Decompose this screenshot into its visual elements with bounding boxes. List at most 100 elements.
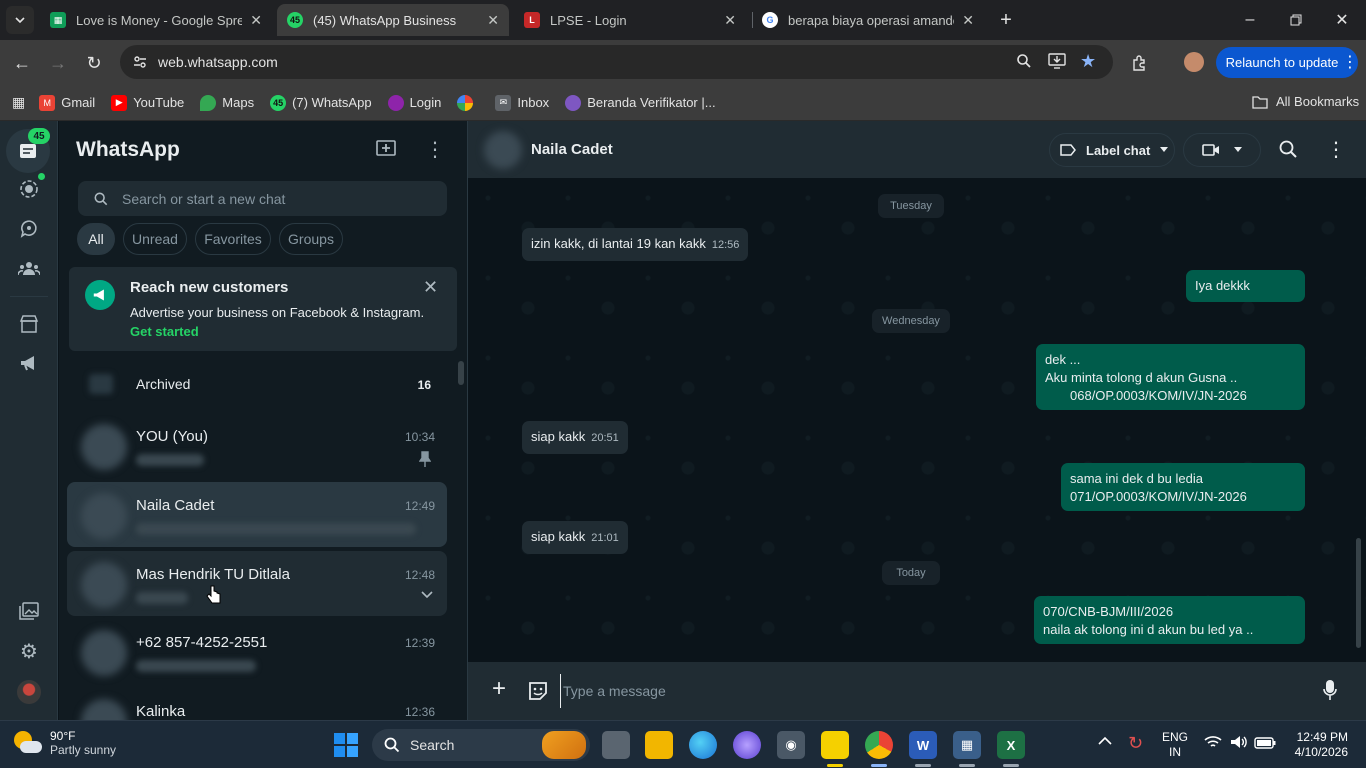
volume-icon[interactable] [1230,735,1248,754]
install-app-icon[interactable] [1048,53,1066,72]
wifi-icon[interactable] [1204,735,1222,752]
attach-plus-icon[interactable]: + [492,675,506,703]
close-tab-icon[interactable]: ✕ [250,12,262,29]
calculator-icon[interactable]: ▦ [953,731,981,759]
bookmark-gmail[interactable]: M Gmail [39,94,95,111]
file-explorer-icon[interactable] [645,731,673,759]
taskbar-search-box[interactable]: Search [372,729,590,761]
filter-all[interactable]: All [77,223,115,255]
settings-gear-icon[interactable]: ⚙ [17,639,41,663]
filter-favorites[interactable]: Favorites [195,223,271,255]
battery-icon[interactable] [1254,736,1276,754]
message-in[interactable]: siap kakk 21:01 [522,521,628,554]
site-info-icon[interactable] [132,54,148,70]
communities-icon[interactable] [17,256,41,280]
bookmark-whatsapp[interactable]: 45 (7) WhatsApp [270,94,372,111]
filter-groups[interactable]: Groups [279,223,343,255]
close-tab-icon[interactable]: ✕ [962,12,974,29]
chat-row[interactable]: Naila Cadet 12:49 [67,482,447,547]
chat-row[interactable]: Kalinka 12:36 [67,688,447,720]
forward-button[interactable]: → [44,49,72,77]
bookmark-login[interactable]: Login [387,94,441,111]
chrome-icon[interactable] [865,731,893,759]
video-call-button[interactable] [1183,133,1261,167]
minimize-button[interactable]: – [1236,6,1264,34]
profile-avatar[interactable] [17,680,41,704]
message-in[interactable]: izin kakk, di lantai 19 kan kakk 12:56 [522,228,749,261]
verifikator-icon [565,94,582,111]
media-icon[interactable] [17,599,41,623]
message-out[interactable]: sama ini dek d bu ledia 071/OP.0003/KOM/… [1061,463,1305,511]
chat-row[interactable]: Mas Hendrik TU Ditlala 12:48 [67,551,447,616]
chevron-down-icon[interactable] [421,591,433,599]
microphone-icon[interactable] [1323,679,1337,701]
label-chat-button[interactable]: Label chat [1049,133,1175,167]
tab-google-search[interactable]: G berapa biaya operasi amandel - ✕ [752,4,984,36]
language-indicator[interactable]: ENG IN [1162,730,1188,760]
profile-avatar[interactable] [1184,52,1204,72]
bookmark-youtube[interactable]: ▶ YouTube [111,94,184,111]
bookmark-beranda[interactable]: Beranda Verifikator |... [565,94,716,111]
chat-row[interactable]: YOU (You) 10:34 [67,413,447,478]
megaphone-icon[interactable] [17,351,41,375]
menu-more-icon[interactable]: ⋮ [1326,137,1346,162]
get-started-link[interactable]: Get started [130,324,199,339]
more-vert-icon[interactable]: ⋮ [1342,52,1358,72]
edge-icon[interactable] [689,731,717,759]
search-input[interactable]: Search or start a new chat [78,181,447,216]
catalog-icon[interactable] [17,312,41,336]
tab-whatsapp-business[interactable]: 45 (45) WhatsApp Business ✕ [277,4,509,36]
relaunch-button[interactable]: Relaunch to update [1216,47,1358,78]
filter-unread[interactable]: Unread [123,223,187,255]
excel-icon[interactable]: X [997,731,1025,759]
weather-widget[interactable]: 90°F Partly sunny [12,728,116,758]
bookmark-maps[interactable]: Maps [200,94,254,111]
apps-grid-icon[interactable]: ▦ [12,94,25,111]
zoom-icon[interactable] [1016,53,1032,72]
archived-row[interactable]: Archived 16 [67,365,447,401]
tab-lpse-login[interactable]: L LPSE - Login ✕ [514,4,746,36]
search-icon[interactable] [1279,140,1297,158]
bookmark-photos[interactable] [457,94,479,111]
close-tab-icon[interactable]: ✕ [724,12,736,29]
channels-icon[interactable] [17,217,41,241]
sync-alert-icon[interactable]: ↻ [1128,733,1143,754]
chat-row[interactable]: +62 857-4252-2551 12:39 [67,619,447,684]
message-input[interactable]: Type a message [560,674,1300,708]
contact-name[interactable]: Naila Cadet [531,141,613,158]
message-out[interactable]: dek ... Aku minta tolong d akun Gusna ..… [1036,344,1305,410]
message-in[interactable]: siap kakk 20:51 [522,421,628,454]
chat-list-scrollbar[interactable] [458,361,464,385]
windows-start-button[interactable] [334,733,358,757]
close-tab-icon[interactable]: ✕ [487,12,499,29]
sticky-notes-icon[interactable] [821,731,849,759]
message-out[interactable]: Iya dekkk [1186,270,1305,302]
back-button[interactable]: ← [8,49,36,77]
task-view-icon[interactable] [602,731,630,759]
reload-button[interactable]: ↻ [80,49,108,77]
address-bar[interactable]: web.whatsapp.com ★ [120,45,1113,79]
bookmark-star-icon[interactable]: ★ [1080,51,1096,72]
tab-google-sheets[interactable]: ▦ Love is Money - Google Spread ✕ [40,4,272,36]
message-out[interactable]: 070/CNB-BJM/III/2026 naila ak tolong ini… [1034,596,1305,644]
copilot-icon[interactable] [733,731,761,759]
tab-search-button[interactable] [6,6,34,34]
all-bookmarks-button[interactable]: All Bookmarks [1252,94,1359,109]
restore-button[interactable] [1282,6,1310,34]
menu-more-icon[interactable]: ⋮ [425,137,445,162]
extensions-button[interactable] [1126,49,1154,77]
contact-avatar[interactable] [484,131,522,169]
sticker-icon[interactable] [527,680,549,702]
camera-icon[interactable]: ◉ [777,731,805,759]
close-icon[interactable]: ✕ [423,277,438,298]
hidden-icons-chevron-icon[interactable] [1098,735,1112,749]
word-icon[interactable]: W [909,731,937,759]
new-tab-button[interactable]: + [992,6,1020,34]
close-window-button[interactable]: ✕ [1328,6,1356,34]
status-icon[interactable] [17,177,41,201]
url-text[interactable]: web.whatsapp.com [158,54,278,70]
bookmark-inbox[interactable]: ✉ Inbox [495,94,549,111]
new-chat-button[interactable] [375,139,397,164]
system-clock[interactable]: 12:49 PM 4/10/2026 [1292,730,1348,760]
message-scrollbar[interactable] [1356,538,1361,648]
